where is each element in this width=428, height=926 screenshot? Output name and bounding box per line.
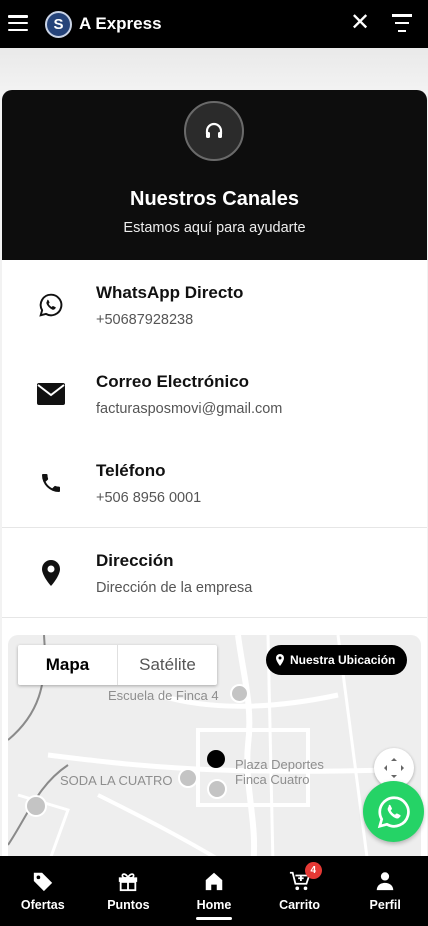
app-title: A Express (79, 14, 162, 33)
top-bar: S A Express ✕ (0, 0, 428, 48)
channel-value: Dirección de la empresa (96, 580, 253, 596)
channel-label: Correo Electrónico (96, 372, 250, 391)
map-tab-satellite[interactable]: Satélite (118, 645, 217, 685)
hamburger-menu-icon[interactable] (8, 13, 28, 33)
map-label-soda: SODA LA CUATRO (60, 773, 173, 788)
channel-label: Dirección (96, 551, 174, 570)
pin-icon (276, 654, 284, 666)
contact-card: Nuestros Canales Estamos aquí para ayuda… (2, 90, 427, 890)
gift-icon (119, 873, 138, 892)
active-indicator (195, 917, 232, 920)
channel-value: facturasposmovi@gmail.com (96, 401, 283, 417)
location-pin-icon (36, 558, 66, 588)
nav-perfil[interactable]: Perfil (342, 856, 428, 926)
our-location-label: Nuestra Ubicación (290, 653, 396, 667)
restaurant-marker-icon (178, 768, 198, 788)
park-marker-icon (207, 779, 227, 799)
map-label-plaza-2: Finca Cuatro (235, 772, 310, 787)
whatsapp-icon (36, 290, 66, 320)
bottom-nav: Ofertas Puntos Home 4 Carrito Perfil (0, 856, 428, 926)
nav-label: Perfil (369, 898, 401, 912)
map-label-school: Escuela de Finca 4 (108, 688, 219, 703)
nav-label: Ofertas (20, 898, 65, 912)
whatsapp-icon (377, 795, 410, 828)
channel-label: Teléfono (96, 461, 166, 480)
nav-label: Carrito (279, 898, 321, 912)
nav-label: Home (196, 898, 232, 912)
channels-title: Nuestros Canales (130, 188, 299, 210)
nav-puntos[interactable]: Puntos (86, 856, 172, 926)
nav-home[interactable]: Home (171, 856, 257, 926)
home-icon (205, 872, 223, 891)
location-dot-marker[interactable] (207, 750, 225, 768)
our-location-button[interactable]: Nuestra Ubicación (266, 645, 408, 675)
filter-icon[interactable] (392, 14, 412, 32)
location-map[interactable]: Mapa Satélite Nuestra Ubicación Escuela … (8, 635, 421, 865)
tag-icon (33, 872, 52, 892)
map-tab-map[interactable]: Mapa (18, 645, 118, 685)
headset-icon (184, 101, 244, 161)
nav-carrito[interactable]: 4 Carrito (257, 856, 343, 926)
nav-ofertas[interactable]: Ofertas (0, 856, 86, 926)
channels-subtitle: Estamos aquí para ayudarte (123, 220, 306, 236)
whatsapp-float-button[interactable] (363, 781, 424, 842)
map-type-toggle: Mapa Satélite (18, 645, 217, 685)
channel-address[interactable]: Dirección Dirección de la empresa (2, 528, 427, 617)
shop-marker-icon (25, 795, 47, 817)
close-icon[interactable]: ✕ (350, 11, 370, 35)
divider (2, 617, 427, 618)
school-marker-icon (230, 684, 249, 703)
channel-label: WhatsApp Directo (96, 283, 244, 302)
channel-value: +506 8956 0001 (96, 490, 202, 506)
email-icon (36, 379, 66, 409)
cart-badge: 4 (304, 862, 322, 879)
channel-email[interactable]: Correo Electrónico facturasposmovi@gmail… (2, 349, 427, 438)
user-icon (376, 872, 394, 891)
channel-value: +50687928238 (96, 312, 194, 328)
channel-phone[interactable]: Teléfono +506 8956 0001 (2, 438, 427, 527)
nav-label: Puntos (107, 898, 150, 912)
card-header: Nuestros Canales Estamos aquí para ayuda… (2, 90, 427, 260)
app-logo: S (45, 11, 72, 38)
phone-icon (36, 468, 66, 498)
map-label-plaza-1: Plaza Deportes (235, 757, 324, 772)
channel-whatsapp[interactable]: WhatsApp Directo +50687928238 (2, 260, 427, 349)
